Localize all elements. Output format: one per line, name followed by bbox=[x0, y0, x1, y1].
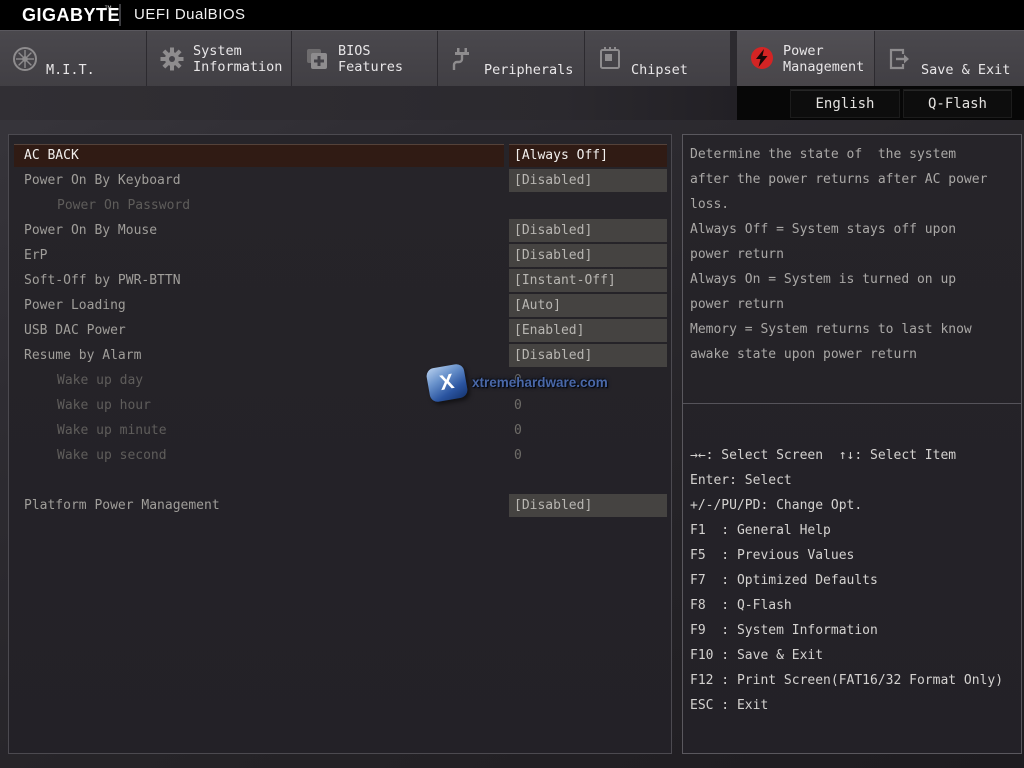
setting-value[interactable]: [Instant-Off] bbox=[509, 269, 667, 292]
setting-row-power-on-keyboard[interactable]: Power On By Keyboard [Disabled] bbox=[9, 168, 671, 193]
chipset-icon bbox=[597, 46, 623, 72]
usb-plug-icon bbox=[450, 46, 476, 72]
setting-row-ac-back[interactable]: AC BACK [Always Off] bbox=[9, 143, 671, 168]
setting-value[interactable]: [Disabled] bbox=[509, 244, 667, 267]
setting-value[interactable]: [Disabled] bbox=[509, 494, 667, 517]
setting-value[interactable]: [Always Off] bbox=[509, 144, 667, 167]
tab-label: M.I.T. bbox=[46, 40, 95, 78]
power-bolt-icon bbox=[749, 46, 775, 72]
setting-value: 0 bbox=[509, 394, 667, 417]
setting-row-wake-up-hour: Wake up hour 0 bbox=[9, 393, 671, 418]
setting-row-erp[interactable]: ErP [Disabled] bbox=[9, 243, 671, 268]
setting-row-usb-dac-power[interactable]: USB DAC Power [Enabled] bbox=[9, 318, 671, 343]
tab-power-management[interactable]: PowerManagement bbox=[737, 31, 874, 87]
chip-plus-icon bbox=[304, 46, 330, 72]
fan-icon bbox=[12, 46, 38, 72]
divider bbox=[119, 4, 121, 26]
setting-value[interactable]: [Disabled] bbox=[509, 344, 667, 367]
tab-chipset[interactable]: Chipset bbox=[585, 31, 730, 87]
setting-value[interactable]: [Disabled] bbox=[509, 219, 667, 242]
tab-label: PowerManagement bbox=[783, 40, 864, 78]
qflash-button[interactable]: Q-Flash bbox=[903, 89, 1012, 118]
key-legend: →←: Select Screen ↑↓: Select Item Enter:… bbox=[683, 443, 1021, 718]
tab-save-exit[interactable]: Save & Exit bbox=[875, 31, 1024, 87]
setting-row-power-loading[interactable]: Power Loading [Auto] bbox=[9, 293, 671, 318]
trademark-symbol: ™ bbox=[104, 4, 112, 13]
exit-door-icon bbox=[887, 46, 913, 72]
setting-row-resume-by-alarm[interactable]: Resume by Alarm [Disabled] bbox=[9, 343, 671, 368]
setting-row-power-on-mouse[interactable]: Power On By Mouse [Disabled] bbox=[9, 218, 671, 243]
tab-label: BIOSFeatures bbox=[338, 40, 403, 78]
row-spacer bbox=[9, 468, 671, 493]
tab-bios-features[interactable]: BIOSFeatures bbox=[292, 31, 437, 87]
help-panel: Determine the state of the system after … bbox=[682, 134, 1022, 754]
tab-label: SystemInformation bbox=[193, 40, 282, 78]
tab-label: Chipset bbox=[631, 40, 688, 78]
help-text: Determine the state of the system after … bbox=[683, 142, 1021, 367]
panel-divider bbox=[683, 403, 1021, 404]
language-button[interactable]: English bbox=[790, 89, 900, 118]
setting-value[interactable]: [Auto] bbox=[509, 294, 667, 317]
setting-value: 0 bbox=[509, 419, 667, 442]
tab-mit[interactable]: M.I.T. bbox=[0, 31, 146, 87]
gear-icon bbox=[159, 46, 185, 72]
setting-row-wake-up-day: Wake up day 0 bbox=[9, 368, 671, 393]
setting-row-power-on-password: Power On Password bbox=[9, 193, 671, 218]
setting-row-wake-up-minute: Wake up minute 0 bbox=[9, 418, 671, 443]
bios-screen: GIGABYTE ™ UEFI DualBIOS M.I.T. bbox=[0, 0, 1024, 768]
product-title: UEFI DualBIOS bbox=[134, 6, 246, 23]
setting-row-soft-off[interactable]: Soft-Off by PWR-BTTN [Instant-Off] bbox=[9, 268, 671, 293]
tab-peripherals[interactable]: Peripherals bbox=[438, 31, 584, 87]
setting-value: 0 bbox=[509, 369, 667, 392]
setting-value[interactable]: [Enabled] bbox=[509, 319, 667, 342]
setting-value[interactable]: [Disabled] bbox=[509, 169, 667, 192]
settings-panel: AC BACK [Always Off] Power On By Keyboar… bbox=[8, 134, 672, 754]
top-bar: GIGABYTE ™ UEFI DualBIOS bbox=[0, 0, 1024, 30]
setting-row-wake-up-second: Wake up second 0 bbox=[9, 443, 671, 468]
setting-row-platform-power-management[interactable]: Platform Power Management [Disabled] bbox=[9, 493, 671, 518]
tab-label: Save & Exit bbox=[921, 40, 1010, 78]
tab-system-information[interactable]: SystemInformation bbox=[147, 31, 291, 87]
tab-bar: M.I.T. bbox=[0, 30, 1024, 86]
setting-value: 0 bbox=[509, 444, 667, 467]
tab-label: Peripherals bbox=[484, 40, 573, 78]
